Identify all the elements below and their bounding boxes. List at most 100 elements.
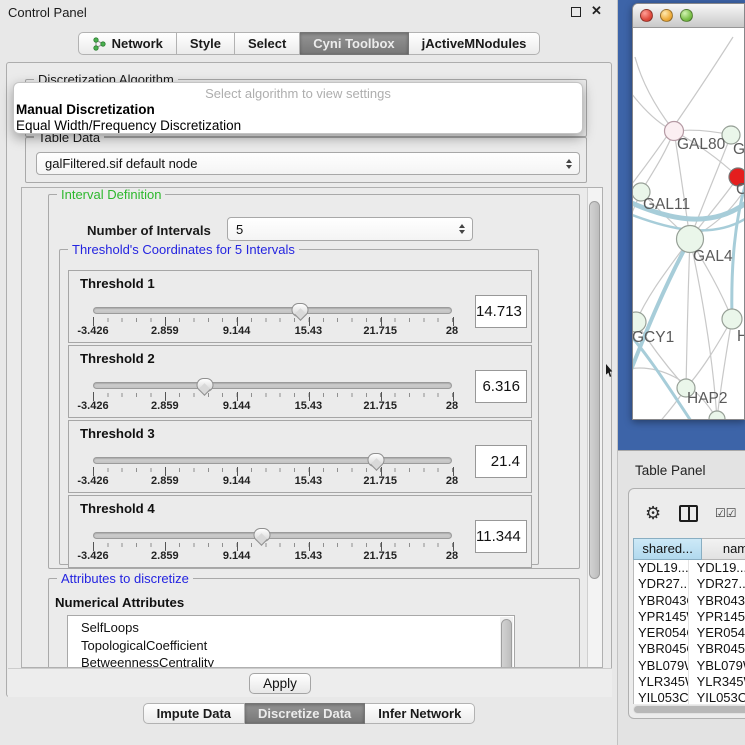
cell-shared-name[interactable]: YPR145W [634, 609, 689, 625]
zoom-green-icon[interactable] [680, 9, 693, 22]
network-window-titlebar[interactable] [633, 4, 744, 28]
cell-name[interactable]: YER054C [689, 625, 745, 641]
slider-thumb[interactable] [196, 378, 213, 392]
list-scrollbar-thumb[interactable] [501, 619, 512, 668]
slider-thumb[interactable] [292, 303, 309, 317]
cell-name[interactable]: YBR043C [689, 593, 745, 609]
tick-label: 9.144 [223, 550, 251, 562]
table-rows: YDL19...YDL19...YDR27...YDR27...YBR043CY… [633, 560, 745, 704]
control-panel-titlebar: Control Panel ✕ [0, 0, 617, 26]
list-scrollbar[interactable] [500, 617, 513, 668]
panel-scrollbar[interactable] [587, 188, 602, 667]
table-data-combo[interactable]: galFiltered.sif default node [36, 152, 580, 175]
threshold-row: Threshold 2 -3.4262.8599.14415.4321.7152… [68, 345, 532, 418]
node[interactable] [722, 309, 742, 329]
tick-label: 28 [446, 475, 458, 487]
cell-name[interactable]: YIL053C [689, 690, 745, 704]
table-panel-title: Table Panel [635, 463, 706, 478]
tab-label: Discretize Data [258, 704, 351, 723]
table-row[interactable]: YER054CYER054C [634, 625, 745, 641]
threshold-value[interactable]: 11.344 [475, 520, 527, 553]
cell-shared-name[interactable]: YLR345W [634, 674, 689, 690]
node[interactable] [709, 411, 725, 420]
split-columns-icon[interactable] [679, 505, 698, 522]
slider-track[interactable] [93, 532, 452, 539]
close-icon[interactable]: ✕ [591, 3, 602, 19]
top-tab-bar: Network Style Select Cyni Toolbox jActiv… [0, 32, 618, 55]
tab-infer-network[interactable]: Infer Network [365, 703, 475, 724]
float-window-icon[interactable] [571, 7, 581, 17]
cell-shared-name[interactable]: YER054C [634, 625, 689, 641]
column-checkboxes-icon[interactable]: ☑☑ [715, 506, 737, 520]
cell-name[interactable]: YDR27... [689, 576, 745, 592]
table-row[interactable]: YPR145WYPR145W [634, 609, 745, 625]
attribute-item[interactable]: SelfLoops [68, 616, 514, 637]
table-hscrollbar[interactable] [633, 705, 745, 714]
network-canvas[interactable]: GAL80 G GAL11 GAL4 GCY1 H HAP2 C [633, 29, 745, 420]
node-table-frame: ⚙ ☑☑ shared... name YDL19...YDL19...YDR2… [628, 488, 745, 719]
column-header-shared-name[interactable]: shared... [633, 538, 702, 560]
node-label: HAP2 [687, 390, 728, 407]
number-of-intervals-combo[interactable]: 5 [227, 217, 473, 241]
tab-network[interactable]: Network [78, 32, 177, 55]
slider-track[interactable] [93, 382, 452, 389]
table-row[interactable]: YDR27...YDR27... [634, 576, 745, 592]
node-label: GAL80 [677, 136, 726, 153]
slider-thumb[interactable] [368, 453, 385, 467]
table-row[interactable]: YIL053CYIL053C [634, 690, 745, 704]
threshold-value[interactable]: 14.713 [475, 295, 527, 328]
table-row[interactable]: YDL19...YDL19... [634, 560, 745, 576]
cell-shared-name[interactable]: YBR043C [634, 593, 689, 609]
tab-cyni-toolbox[interactable]: Cyni Toolbox [300, 32, 408, 55]
attribute-item[interactable]: BetweennessCentrality [68, 654, 514, 668]
control-panel: Control Panel ✕ Network Style Select Cyn… [0, 0, 618, 745]
network-view-window[interactable]: GAL80 G GAL11 GAL4 GCY1 H HAP2 C [632, 3, 745, 420]
cell-name[interactable]: YLR345W [689, 674, 745, 690]
tab-style[interactable]: Style [177, 32, 235, 55]
cell-name[interactable]: YBR045C [689, 641, 745, 657]
threshold-label: Threshold 2 [80, 351, 155, 366]
tick-label: 28 [446, 400, 458, 412]
attributes-group: Attributes to discretize Numerical Attri… [48, 578, 580, 668]
tab-discretize-data[interactable]: Discretize Data [245, 703, 365, 724]
slider-track[interactable] [93, 307, 452, 314]
cell-shared-name[interactable]: YBR045C [634, 641, 689, 657]
apply-button[interactable]: Apply [249, 673, 311, 694]
tab-select[interactable]: Select [235, 32, 300, 55]
cell-shared-name[interactable]: YDL19... [634, 560, 689, 576]
tick-label: 9.144 [223, 325, 251, 337]
tick-label: 2.859 [151, 400, 179, 412]
minimize-yellow-icon[interactable] [660, 9, 673, 22]
cell-shared-name[interactable]: YBL079W [634, 658, 689, 674]
close-red-icon[interactable] [640, 9, 653, 22]
cell-name[interactable]: YPR145W [689, 609, 745, 625]
table-row[interactable]: YBR043CYBR043C [634, 593, 745, 609]
panel-scrollbar-thumb[interactable] [589, 201, 600, 579]
table-row[interactable]: YBR045CYBR045C [634, 641, 745, 657]
cell-shared-name[interactable]: YDR27... [634, 576, 689, 592]
numerical-attributes-list[interactable]: SelfLoopsTopologicalCoefficientBetweenne… [67, 615, 515, 668]
threshold-value[interactable]: 21.4 [475, 445, 527, 478]
tick-label: 21.715 [363, 550, 397, 562]
algorithm-option[interactable]: Manual Discretization [14, 102, 582, 118]
combo-arrows-icon [566, 159, 572, 169]
column-header-name[interactable]: name [702, 538, 745, 560]
tab-impute-data[interactable]: Impute Data [143, 703, 245, 724]
settings-gear-icon[interactable]: ⚙ [645, 503, 661, 524]
attribute-item[interactable]: TopologicalCoefficient [68, 637, 514, 655]
table-hscrollbar-thumb[interactable] [634, 706, 745, 713]
slider-track[interactable] [93, 457, 452, 464]
tab-label: Select [248, 33, 286, 54]
tab-jactivemnodules[interactable]: jActiveMNodules [409, 32, 541, 55]
cell-name[interactable]: YDL19... [689, 560, 745, 576]
table-row[interactable]: YLR345WYLR345W [634, 674, 745, 690]
threshold-value[interactable]: 6.316 [475, 370, 527, 403]
cell-name[interactable]: YBL079W [689, 658, 745, 674]
tick-labels: -3.4262.8599.14415.4321.71528 [93, 549, 452, 563]
slider-thumb[interactable] [253, 528, 270, 542]
algorithm-option[interactable]: Equal Width/Frequency Discretization [14, 118, 582, 134]
algorithm-popup-prompt[interactable]: Select algorithm to view settings [14, 85, 582, 102]
cell-shared-name[interactable]: YIL053C [634, 690, 689, 704]
tick-label: 15.43 [295, 550, 323, 562]
table-row[interactable]: YBL079WYBL079W [634, 658, 745, 674]
